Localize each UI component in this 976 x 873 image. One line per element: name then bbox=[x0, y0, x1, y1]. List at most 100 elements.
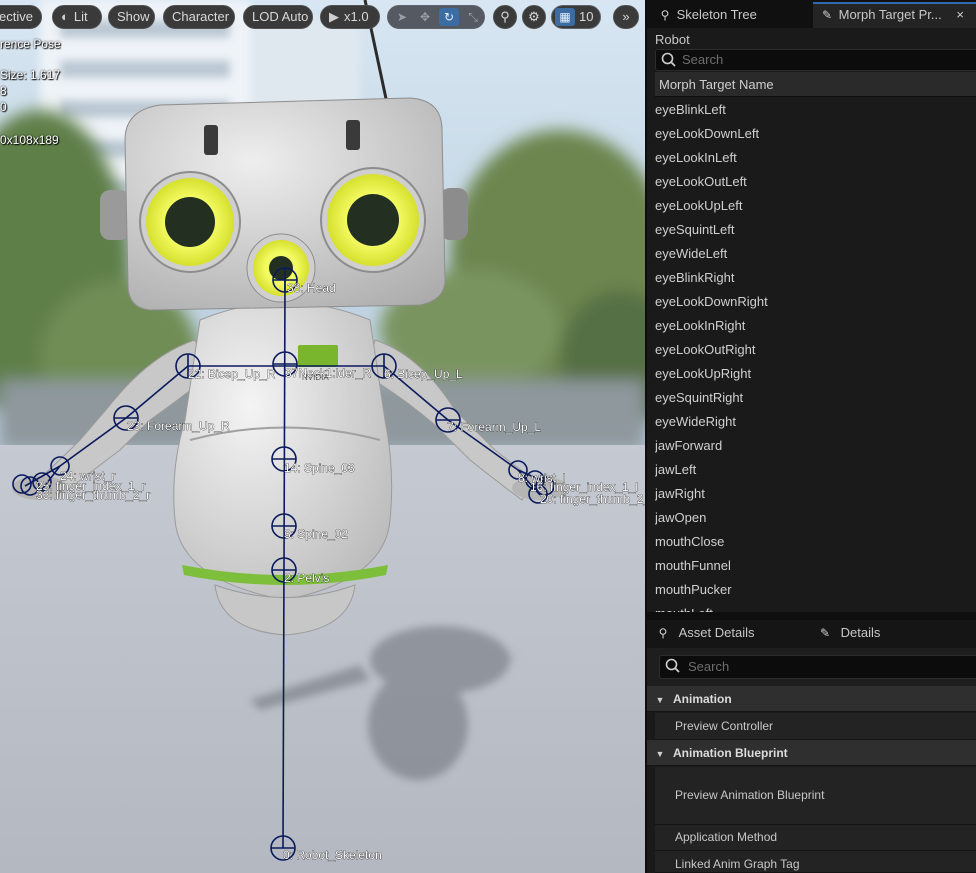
morph-target-row[interactable]: mouthLeft bbox=[655, 602, 976, 612]
lit-label: Lit bbox=[73, 9, 88, 24]
lod-button[interactable]: LOD Auto bbox=[243, 5, 313, 29]
prop-preview-anim-bp[interactable]: Preview Animation Blueprint bbox=[655, 767, 976, 825]
perspective-button[interactable]: ective bbox=[0, 5, 42, 29]
viewport-scene: NVIDIA 38: Head 37Neck1:lder_R 22: Bicep… bbox=[0, 0, 645, 873]
tab-morph-target-label: Morph Target Pr... bbox=[838, 7, 942, 22]
details-search-input[interactable]: Search bbox=[659, 655, 976, 679]
local-space-icon: ⚲ bbox=[500, 9, 510, 24]
tab-asset-details[interactable]: ⚲ Asset Details bbox=[655, 620, 805, 646]
rotate-tool-icon[interactable]: ↻ bbox=[439, 8, 459, 26]
overlay-pose: rence Pose bbox=[0, 37, 61, 51]
morph-target-row[interactable]: eyeLookDownLeft bbox=[655, 122, 976, 146]
perspective-label: ective bbox=[0, 9, 33, 24]
morph-target-row[interactable]: mouthFunnel bbox=[655, 554, 976, 578]
morph-target-row[interactable]: jawRight bbox=[655, 482, 976, 506]
bone-label-bicep-l: 6: Bicep_Up_L bbox=[384, 367, 463, 381]
viewport[interactable]: NVIDIA 38: Head 37Neck1:lder_R 22: Bicep… bbox=[0, 0, 645, 873]
morph-target-row[interactable]: jawForward bbox=[655, 434, 976, 458]
panel-divider[interactable] bbox=[647, 612, 976, 620]
play-icon: ▶ bbox=[329, 9, 339, 24]
chevron-right-icon: » bbox=[622, 9, 630, 24]
editor-window: NVIDIA 38: Head 37Neck1:lder_R 22: Bicep… bbox=[0, 0, 976, 873]
bone-label-pelvis: 2: Pelvis bbox=[284, 571, 329, 585]
bone-label-spine2: 3: Spine_02 bbox=[284, 527, 348, 541]
morph-target-row[interactable]: eyeLookUpRight bbox=[655, 362, 976, 386]
morph-target-list[interactable]: eyeBlinkLeft eyeLookDownLeft eyeLookInLeft… bbox=[655, 98, 976, 612]
morph-target-row[interactable]: eyeLookOutRight bbox=[655, 338, 976, 362]
morph-target-row[interactable]: eyeWideLeft bbox=[655, 242, 976, 266]
tab-skeleton-tree[interactable]: ⚲ Skeleton Tree bbox=[653, 2, 813, 28]
details-pencil-icon: ✎ bbox=[819, 626, 831, 640]
close-tab-icon[interactable]: × bbox=[956, 4, 964, 26]
character-label: Character bbox=[172, 9, 230, 24]
bone-label-finger-r: 36: finger_thumb_2_r bbox=[36, 488, 150, 502]
grid-snap-value[interactable]: 10 bbox=[579, 8, 593, 26]
surface-snap-button[interactable]: ⚙ bbox=[522, 5, 546, 29]
morph-target-row[interactable]: eyeLookUpLeft bbox=[655, 194, 976, 218]
section-animation-label: Animation bbox=[673, 692, 732, 706]
scale-tool-icon[interactable]: ⤡ bbox=[463, 8, 483, 26]
tab-details-label: Details bbox=[840, 625, 881, 640]
toolbar-overflow-button[interactable]: » bbox=[613, 5, 639, 29]
prop-linked-anim-graph-tag[interactable]: Linked Anim Graph Tag bbox=[655, 851, 976, 873]
asset-details-icon: ⚲ bbox=[658, 626, 668, 640]
search-icon bbox=[665, 658, 680, 673]
prop-preview-controller-label: Preview Controller bbox=[675, 719, 774, 733]
bone-label-forearm-l: 7: Forearm_Up_L bbox=[447, 420, 541, 434]
show-label: Show bbox=[117, 9, 150, 24]
morph-target-row[interactable]: eyeSquintLeft bbox=[655, 218, 976, 242]
grid-snap-group: ▦ 10 bbox=[551, 5, 601, 29]
lit-sphere-icon: ◐ bbox=[61, 9, 69, 24]
overlay-size: Size: 1.617 bbox=[0, 68, 61, 82]
section-animation-blueprint[interactable]: ▼ Animation Blueprint bbox=[647, 740, 976, 766]
morph-target-row[interactable]: jawOpen bbox=[655, 506, 976, 530]
prop-preview-controller[interactable]: Preview Controller bbox=[655, 713, 976, 740]
bone-label-spine3: 14: Spine_03 bbox=[284, 461, 355, 475]
morph-search-input[interactable]: Search bbox=[655, 49, 976, 71]
bone-label-root: 0: Robot_Skeleton bbox=[283, 848, 382, 862]
select-tool-icon[interactable]: ➤ bbox=[392, 8, 412, 26]
morph-target-row[interactable]: eyeSquintRight bbox=[655, 386, 976, 410]
right-panel: ⚲ Skeleton Tree ✎ Morph Target Pr... × R… bbox=[645, 0, 976, 873]
grid-snap-icon[interactable]: ▦ bbox=[555, 8, 575, 26]
tab-details[interactable]: ✎ Details bbox=[817, 620, 937, 646]
tab-skeleton-tree-label: Skeleton Tree bbox=[676, 7, 757, 22]
playback-speed-button[interactable]: ▶ x1.0 bbox=[320, 5, 380, 29]
morph-target-row[interactable]: eyeLookDownRight bbox=[655, 290, 976, 314]
prop-application-method[interactable]: Application Method bbox=[655, 825, 976, 851]
morph-target-row[interactable]: eyeBlinkLeft bbox=[655, 98, 976, 122]
surface-snap-icon: ⚙ bbox=[528, 9, 540, 24]
overlay-line3: 8 bbox=[0, 84, 7, 98]
bone-label-neck: 37Neck1:lder_R bbox=[285, 366, 371, 380]
lit-button[interactable]: ◐ Lit bbox=[52, 5, 102, 29]
morph-target-row[interactable]: mouthClose bbox=[655, 530, 976, 554]
section-animation[interactable]: ▼ Animation bbox=[647, 686, 976, 712]
morph-target-row[interactable]: eyeLookOutLeft bbox=[655, 170, 976, 194]
transform-tools-group: ➤ ✥ ↻ ⤡ bbox=[387, 5, 485, 29]
morph-target-row[interactable]: jawLeft bbox=[655, 458, 976, 482]
search-icon bbox=[661, 52, 676, 67]
morph-target-row[interactable]: eyeLookInRight bbox=[655, 314, 976, 338]
breadcrumb: Robot bbox=[655, 32, 690, 47]
morph-target-name-header[interactable]: Morph Target Name bbox=[655, 72, 976, 97]
speed-label: x1.0 bbox=[344, 9, 369, 24]
tab-morph-target-preview[interactable]: ✎ Morph Target Pr... × bbox=[813, 2, 976, 28]
translate-tool-icon[interactable]: ✥ bbox=[415, 8, 435, 26]
morph-target-row[interactable]: eyeLookInLeft bbox=[655, 146, 976, 170]
skeleton-icon: ⚲ bbox=[660, 8, 670, 22]
local-space-button[interactable]: ⚲ bbox=[493, 5, 517, 29]
details-search-placeholder: Search bbox=[688, 659, 730, 674]
lod-label: LOD Auto bbox=[252, 9, 309, 24]
prop-linked-anim-graph-tag-label: Linked Anim Graph Tag bbox=[675, 857, 800, 871]
bone-label-forearm-r: 23: Forearm_Up_R bbox=[127, 419, 230, 433]
show-button[interactable]: Show bbox=[108, 5, 155, 29]
prop-application-method-label: Application Method bbox=[675, 830, 778, 844]
collapse-triangle-icon: ▼ bbox=[655, 695, 665, 705]
section-animation-blueprint-label: Animation Blueprint bbox=[673, 746, 788, 760]
character-button[interactable]: Character bbox=[163, 5, 235, 29]
morph-target-row[interactable]: eyeBlinkRight bbox=[655, 266, 976, 290]
morph-search-placeholder: Search bbox=[682, 52, 724, 67]
morph-target-row[interactable]: eyeWideRight bbox=[655, 410, 976, 434]
morph-target-row[interactable]: mouthPucker bbox=[655, 578, 976, 602]
collapse-triangle-icon: ▼ bbox=[655, 749, 665, 759]
